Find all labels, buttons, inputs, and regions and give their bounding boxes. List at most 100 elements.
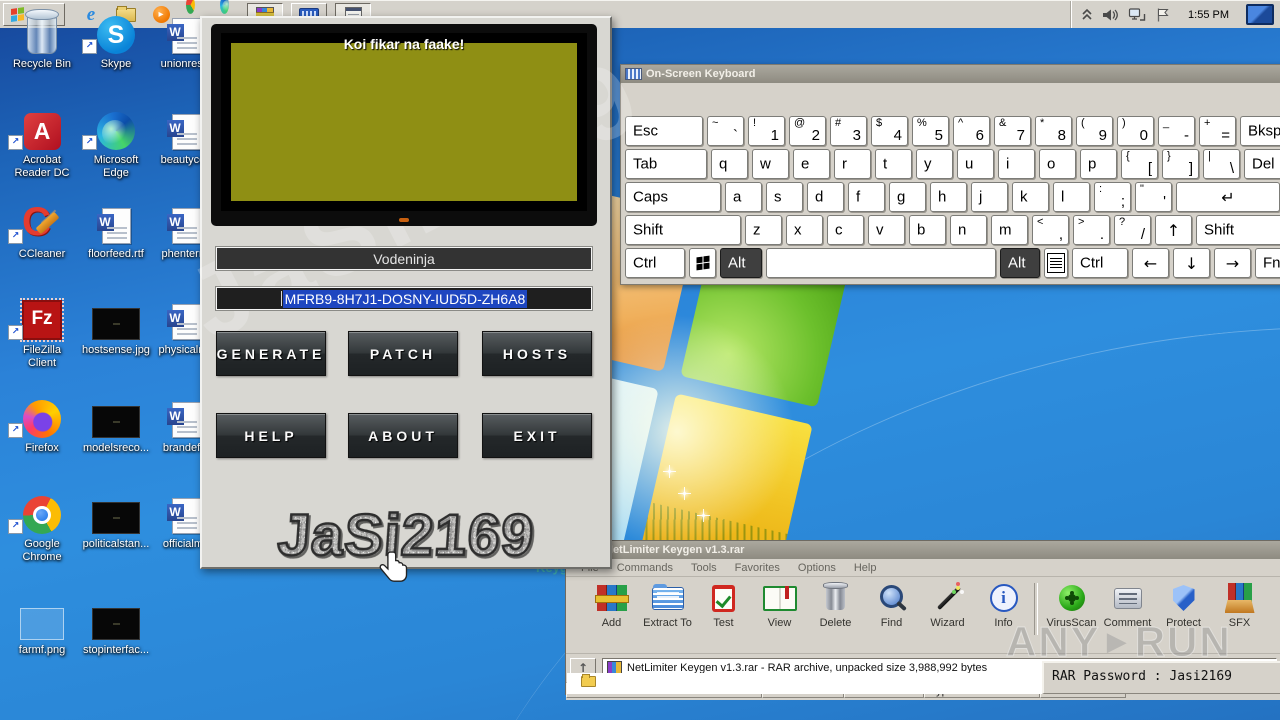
key-l[interactable]: l: [1053, 182, 1090, 212]
about-button[interactable]: ABOUT: [348, 413, 458, 458]
key-ctrl[interactable]: Ctrl: [625, 248, 685, 278]
test-button[interactable]: Test: [696, 581, 751, 629]
menu-tools[interactable]: Tools: [682, 562, 726, 574]
desktop-icon-floorfeed-rtf[interactable]: floorfeed.rtf: [82, 200, 150, 261]
key-o[interactable]: o: [1039, 149, 1076, 179]
osk-titlebar[interactable]: On-Screen Keyboard: [621, 65, 1280, 83]
desktop-icon-ccleaner[interactable]: ↗ CCleaner: [8, 200, 76, 261]
key-2[interactable]: @2: [789, 116, 826, 146]
key-z[interactable]: z: [745, 215, 782, 245]
desktop-icon-politicalstan[interactable]: politicalstan...: [82, 490, 150, 551]
key-8[interactable]: * 8: [1035, 116, 1072, 146]
key-k[interactable]: k: [1012, 182, 1049, 212]
menu-favorites[interactable]: Favorites: [726, 562, 789, 574]
serial-field[interactable]: MFRB9-8H7J1-DOSNY-IUD5D-ZH6A8: [215, 286, 593, 311]
sfx-button[interactable]: SFX: [1212, 581, 1267, 629]
key-4[interactable]: $4: [871, 116, 908, 146]
key-6[interactable]: ^ 6: [953, 116, 990, 146]
key-win[interactable]: [689, 248, 716, 278]
desktop-icon-stopinterfac[interactable]: stopinterfac...: [82, 596, 150, 657]
key-u[interactable]: u: [957, 149, 994, 179]
key-c[interactable]: c: [827, 215, 864, 245]
key-bksp[interactable]: Bksp: [1240, 116, 1280, 146]
key-;[interactable]: :;: [1094, 182, 1131, 212]
key-[[interactable]: {[: [1121, 149, 1158, 179]
desktop-icon-farmf-png[interactable]: farmf.png: [8, 596, 76, 657]
menu-options[interactable]: Options: [789, 562, 845, 574]
key-d[interactable]: d: [807, 182, 844, 212]
key-esc[interactable]: Esc: [625, 116, 703, 146]
key-9[interactable]: (9: [1076, 116, 1113, 146]
extract-to-button[interactable]: Extract To: [640, 581, 695, 629]
desktop-icon-recycle-bin[interactable]: Recycle Bin: [8, 9, 76, 71]
key-j[interactable]: j: [971, 182, 1008, 212]
virusscan-button[interactable]: VirusScan: [1044, 581, 1099, 629]
key-ctrl[interactable]: Ctrl: [1072, 248, 1128, 278]
desktop-icon-firefox[interactable]: ↗ Firefox: [8, 394, 76, 455]
key-alt[interactable]: Alt: [1000, 248, 1040, 278]
show-desktop-button[interactable]: [1246, 4, 1274, 25]
desktop-icon-microsoft-edge[interactable]: ↗ Microsoft Edge: [82, 106, 150, 180]
key-r[interactable]: r: [834, 149, 871, 179]
key-s[interactable]: s: [766, 182, 803, 212]
menu-commands[interactable]: Commands: [608, 562, 682, 574]
menu-help[interactable]: Help: [845, 562, 886, 574]
desktop-icon-hostsense-jpg[interactable]: hostsense.jpg: [82, 296, 150, 357]
key-e[interactable]: e: [793, 149, 830, 179]
patch-button[interactable]: PATCH: [348, 331, 458, 376]
key-h[interactable]: h: [930, 182, 967, 212]
key-\[interactable]: | \: [1203, 149, 1240, 179]
desktop-icon-filezilla-client[interactable]: ↗FileZilla Client: [8, 296, 76, 370]
protect-button[interactable]: Protect: [1156, 581, 1211, 629]
key-shift[interactable]: Shift: [1196, 215, 1280, 245]
key-7[interactable]: & 7: [994, 116, 1031, 146]
key-v[interactable]: v: [868, 215, 905, 245]
clock[interactable]: 1:55 PM: [1188, 9, 1229, 21]
key-.[interactable]: >.: [1073, 215, 1110, 245]
key-t[interactable]: t: [875, 149, 912, 179]
key-y[interactable]: y: [916, 149, 953, 179]
hosts-button[interactable]: HOSTS: [482, 331, 592, 376]
key-g[interactable]: g: [889, 182, 926, 212]
key-p[interactable]: p: [1080, 149, 1117, 179]
key-5[interactable]: % 5: [912, 116, 949, 146]
wizard-button[interactable]: Wizard: [920, 581, 975, 629]
key-w[interactable]: w: [752, 149, 789, 179]
desktop-icon-skype[interactable]: ↗Skype: [82, 10, 150, 71]
key-f[interactable]: f: [848, 182, 885, 212]
action-center-flag-icon[interactable]: [1155, 7, 1171, 23]
key-fn[interactable]: Fn: [1255, 248, 1280, 278]
key-del[interactable]: Del: [1244, 149, 1280, 179]
find-button[interactable]: Find: [864, 581, 919, 629]
key-=[interactable]: + =: [1199, 116, 1236, 146]
desktop-icon-acrobat-reader-dc[interactable]: ↗ Acrobat Reader DC: [8, 106, 76, 180]
delete-button[interactable]: Delete: [808, 581, 863, 629]
help-button[interactable]: HELP: [216, 413, 326, 458]
key-m[interactable]: m: [991, 215, 1028, 245]
key-space[interactable]: [766, 248, 996, 278]
key-i[interactable]: i: [998, 149, 1035, 179]
key-'[interactable]: " ': [1135, 182, 1172, 212]
key-←[interactable]: ←: [1132, 248, 1169, 278]
key-/[interactable]: ? /: [1114, 215, 1151, 245]
comment-button[interactable]: Comment: [1100, 581, 1155, 629]
key-b[interactable]: b: [909, 215, 946, 245]
network-icon[interactable]: [1128, 7, 1146, 23]
key-↵[interactable]: ↵: [1176, 182, 1280, 212]
key-a[interactable]: a: [725, 182, 762, 212]
key-shift[interactable]: Shift: [625, 215, 741, 245]
key-alt[interactable]: Alt: [720, 248, 762, 278]
name-field[interactable]: Vodeninja: [215, 246, 593, 271]
key-tab[interactable]: Tab: [625, 149, 707, 179]
winrar-titlebar[interactable]: NetLimiter Keygen v1.3.rar: [566, 541, 1280, 559]
exit-button[interactable]: EXIT: [482, 413, 592, 458]
key-caps[interactable]: Caps: [625, 182, 721, 212]
key-3[interactable]: #3: [830, 116, 867, 146]
tray-expand-chevron-icon[interactable]: [1081, 8, 1093, 22]
desktop-icon-modelsreco[interactable]: modelsreco...: [82, 394, 150, 455]
key-,[interactable]: <,: [1032, 215, 1069, 245]
add-button[interactable]: Add: [584, 581, 639, 629]
key-][interactable]: }]: [1162, 149, 1199, 179]
volume-icon[interactable]: [1102, 7, 1119, 23]
info-button[interactable]: Info: [976, 581, 1031, 629]
